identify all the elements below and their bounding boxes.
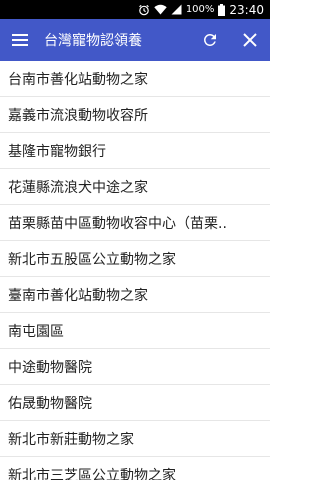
list-item[interactable]: 基隆市寵物銀行 <box>0 133 270 169</box>
signal-icon <box>171 4 182 15</box>
list-item-label: 新北市三芝區公立動物之家 <box>8 467 176 480</box>
refresh-icon <box>203 33 216 46</box>
list-item-label: 臺南市善化站動物之家 <box>8 287 148 304</box>
list-item-label: 新北市五股區公立動物之家 <box>8 251 176 268</box>
refresh-button[interactable] <box>190 19 230 61</box>
menu-icon <box>12 34 28 46</box>
list-item[interactable]: 花蓮縣流浪犬中途之家 <box>0 169 270 205</box>
list-item-label: 新北市新莊動物之家 <box>8 431 134 448</box>
battery-icon <box>218 3 226 16</box>
list-item-label: 苗栗縣苗中區動物收容中心（苗栗.. <box>8 215 227 232</box>
list-item[interactable]: 臺南市善化站動物之家 <box>0 277 270 313</box>
list-item[interactable]: 苗栗縣苗中區動物收容中心（苗栗.. <box>0 205 270 241</box>
wifi-icon <box>154 4 167 15</box>
list-item[interactable]: 台南市善化站動物之家 <box>0 61 270 97</box>
list-item[interactable]: 新北市五股區公立動物之家 <box>0 241 270 277</box>
list-item[interactable]: 新北市三芝區公立動物之家 <box>0 457 270 480</box>
list-item[interactable]: 中途動物醫院 <box>0 349 270 385</box>
close-icon <box>243 33 257 47</box>
app-bar: 台灣寵物認領養 <box>0 19 270 61</box>
list-item[interactable]: 南屯園區 <box>0 313 270 349</box>
clock: 23:40 <box>229 2 264 17</box>
list-item[interactable]: 新北市新莊動物之家 <box>0 421 270 457</box>
list-item[interactable]: 嘉義市流浪動物收容所 <box>0 97 270 133</box>
battery-percent: 100% <box>185 4 215 15</box>
list-item-label: 中途動物醫院 <box>8 359 92 376</box>
list-item-label: 佑晟動物醫院 <box>8 395 92 412</box>
menu-button[interactable] <box>0 19 40 61</box>
list-item-label: 台南市善化站動物之家 <box>8 71 148 88</box>
list-item-label: 南屯園區 <box>8 323 64 340</box>
list-item-label: 花蓮縣流浪犬中途之家 <box>8 179 148 196</box>
list-item-label: 嘉義市流浪動物收容所 <box>8 107 148 124</box>
list-item[interactable]: 佑晟動物醫院 <box>0 385 270 421</box>
close-button[interactable] <box>230 19 270 61</box>
status-bar: 100% 23:40 <box>0 0 270 19</box>
shelter-list: 台南市善化站動物之家 嘉義市流浪動物收容所 基隆市寵物銀行 花蓮縣流浪犬中途之家… <box>0 61 270 480</box>
list-item-label: 基隆市寵物銀行 <box>8 143 106 160</box>
alarm-icon <box>138 4 150 16</box>
app-title: 台灣寵物認領養 <box>44 33 142 49</box>
